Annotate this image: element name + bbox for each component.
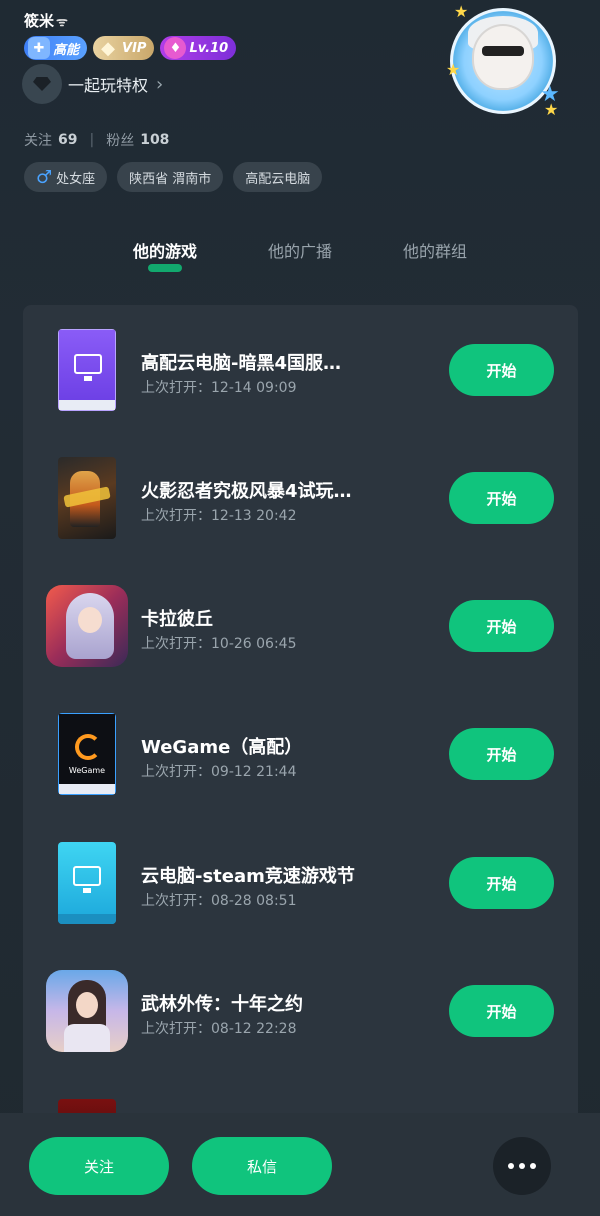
start-game-button[interactable]: 开始 (449, 985, 554, 1037)
start-game-button[interactable]: 开始 (449, 600, 554, 652)
game-title: 武林外传：十年之约 (141, 994, 303, 1015)
privilege-diamond-icon (22, 64, 62, 104)
avatar-character (472, 24, 534, 90)
bottom-action-bar: 关注 私信 (0, 1113, 600, 1216)
start-game-button[interactable]: 开始 (449, 472, 554, 524)
game-last-opened: 上次打开：12-14 09:09 (141, 380, 297, 396)
star-decoration-icon: ★ (446, 60, 461, 79)
vip-badge-label: VIP (122, 40, 147, 56)
tab-broadcasts[interactable]: 他的广播 (268, 238, 332, 262)
profile-tags: ♂ 处女座 陕西省 渭南市 高配云电脑 (24, 162, 323, 192)
start-game-button[interactable]: 开始 (449, 344, 554, 396)
game-title: 高配云电脑-暗黑4国服… (141, 353, 341, 374)
stats-divider: | (89, 132, 95, 148)
profile-tabs: 他的游戏 他的广播 他的群组 (0, 238, 600, 278)
gem-icon: ♦ (164, 37, 187, 59)
male-gender-icon: ♂ (36, 166, 53, 188)
tag-zodiac-label: 处女座 (56, 171, 96, 187)
game-row[interactable]: 火影忍者究极风暴4试玩… 上次打开：12-13 20:42 开始 (23, 457, 578, 557)
game-thumbnail (58, 842, 116, 924)
game-last-opened: 上次打开：09-12 21:44 (141, 764, 297, 780)
star-decoration-icon: ★ (454, 2, 469, 21)
game-row[interactable]: 高配云电脑-暗黑4国服… 上次打开：12-14 09:09 开始 (23, 329, 578, 429)
game-list: 高配云电脑-暗黑4国服… 上次打开：12-14 09:09 开始 火影忍者究极风… (23, 305, 578, 1135)
tag-location: 陕西省 渭南市 (117, 162, 224, 192)
follow-button[interactable]: 关注 (29, 1137, 169, 1195)
tab-games[interactable]: 他的游戏 (133, 238, 197, 262)
game-thumbnail (58, 457, 116, 539)
start-game-button[interactable]: 开始 (449, 857, 554, 909)
more-dots-icon[interactable] (493, 1137, 551, 1195)
username: 筱米 ᯤ (24, 10, 68, 31)
game-thumbnail (46, 970, 128, 1052)
gaoneng-badge-label: 高能 (53, 42, 80, 58)
level-badge-label: Lv.10 (189, 40, 229, 56)
fans-label: 粉丝 (106, 133, 135, 149)
game-row[interactable]: 武林外传：十年之约 上次打开：08-12 22:28 开始 (23, 970, 578, 1070)
game-thumbnail (46, 585, 128, 667)
game-thumbnail (58, 329, 116, 411)
chevron-right-icon: › (156, 73, 164, 95)
game-row[interactable]: WeGame WeGame（高配） 上次打开：09-12 21:44 开始 (23, 713, 578, 813)
username-text: 筱米 (24, 12, 55, 30)
game-row[interactable]: 云电脑-steam竞速游戏节 上次打开：08-28 08:51 开始 (23, 842, 578, 942)
fans-count[interactable]: 108 (140, 132, 169, 148)
tag-zodiac: ♂ 处女座 (24, 162, 108, 192)
badge-row: ✚ 高能 ◆ VIP ♦ Lv.10 (24, 36, 237, 60)
star-decoration-icon: ★ (544, 100, 559, 119)
tag-cloud-pc: 高配云电脑 (233, 162, 323, 192)
gamepad-icon: ✚ (28, 37, 50, 59)
follow-stats: 关注 69 | 粉丝 108 (24, 130, 169, 150)
following-count[interactable]: 69 (58, 132, 77, 148)
game-last-opened: 上次打开：12-13 20:42 (141, 508, 297, 524)
game-title: 云电脑-steam竞速游戏节 (141, 866, 355, 887)
monitor-icon (73, 866, 101, 893)
privilege-label: 一起玩特权 (68, 76, 149, 95)
following-label: 关注 (24, 133, 52, 149)
wegame-logo-icon (75, 734, 101, 760)
monitor-icon (74, 354, 102, 381)
start-game-button[interactable]: 开始 (449, 728, 554, 780)
game-thumbnail: WeGame (58, 713, 116, 795)
game-last-opened: 上次打开：08-28 08:51 (141, 893, 297, 909)
game-title: WeGame（高配） (141, 737, 303, 758)
gaoneng-badge[interactable]: ✚ 高能 (24, 36, 88, 60)
tab-groups[interactable]: 他的群组 (403, 238, 467, 262)
privilege-link[interactable]: 一起玩特权 › (22, 64, 163, 104)
tag-cloud-pc-label: 高配云电脑 (245, 171, 311, 187)
game-title: 卡拉彼丘 (141, 609, 213, 630)
diamond-icon: ◆ (101, 37, 115, 59)
vip-badge[interactable]: ◆ VIP (93, 36, 155, 60)
game-last-opened: 上次打开：10-26 06:45 (141, 636, 297, 652)
tag-location-label: 陕西省 渭南市 (129, 171, 212, 187)
message-button[interactable]: 私信 (192, 1137, 332, 1195)
level-badge[interactable]: ♦ Lv.10 (160, 36, 237, 60)
game-last-opened: 上次打开：08-12 22:28 (141, 1021, 297, 1037)
game-row[interactable]: 卡拉彼丘 上次打开：10-26 06:45 开始 (23, 585, 578, 685)
avatar[interactable]: ★ ★ ★ ★ (444, 0, 562, 119)
wifi-signal-icon: ᯤ (56, 14, 68, 30)
game-title: 火影忍者究极风暴4试玩… (141, 481, 352, 502)
active-tab-indicator (148, 264, 182, 272)
